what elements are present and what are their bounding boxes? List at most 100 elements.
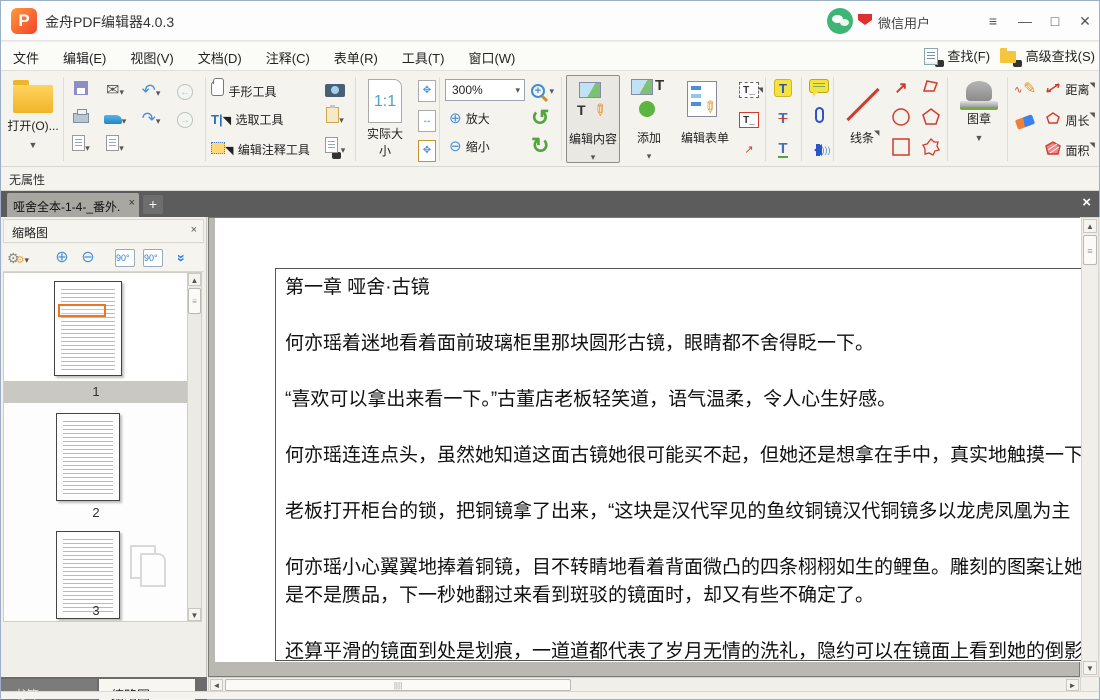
circle-tool-button[interactable] bbox=[887, 107, 915, 133]
select-tool-button[interactable]: T|◥ 选取工具 bbox=[211, 111, 284, 129]
redo-button[interactable]: ↷▾ bbox=[137, 107, 165, 133]
back-button[interactable]: ← bbox=[171, 79, 199, 105]
rotate-page-cw-button[interactable]: 90° bbox=[143, 249, 163, 267]
wechat-avatar-icon[interactable] bbox=[827, 8, 853, 34]
measure-distance-button[interactable]: 距离◥ bbox=[1045, 81, 1089, 99]
pencil-tool-button[interactable]: ∿✏ bbox=[1011, 77, 1039, 103]
fit-width-button[interactable]: ↔ bbox=[413, 107, 441, 133]
page-thumbnail-2[interactable] bbox=[56, 413, 120, 501]
zoom-out-button[interactable]: ⊖ 缩小 bbox=[449, 137, 490, 155]
cloud-tool-button[interactable] bbox=[917, 137, 945, 163]
menu-comment[interactable]: 注释(C) bbox=[254, 42, 322, 73]
forward-button[interactable]: → bbox=[171, 107, 199, 133]
menu-view[interactable]: 视图(V) bbox=[118, 42, 185, 73]
scroll-thumb[interactable]: ≡ bbox=[188, 288, 201, 314]
line-tool-button[interactable]: 线条◥ bbox=[839, 77, 885, 147]
zoom-in-button[interactable]: ⊕ 放大 bbox=[449, 109, 490, 127]
user-name[interactable]: 微信用户 bbox=[878, 13, 930, 32]
hscroll-right-icon[interactable]: ► bbox=[1066, 679, 1079, 691]
measure-area-button[interactable]: 面积◥ bbox=[1045, 141, 1089, 160]
search-doc-button[interactable]: ▾ bbox=[321, 137, 349, 163]
arrow-tool-button[interactable]: ↗ bbox=[887, 77, 915, 103]
polyline-tool-button[interactable] bbox=[917, 77, 945, 103]
menu-edit[interactable]: 编辑(E) bbox=[51, 42, 118, 73]
typewriter-button[interactable]: T_◥ bbox=[735, 77, 763, 103]
highlight-text-button[interactable]: T bbox=[769, 77, 797, 103]
close-button[interactable]: ✕ bbox=[1071, 9, 1099, 33]
doc-paragraph: 何亦瑶连连点头，虽然她知道这面古镜她很可能买不起，但她还是想拿在手中，真实地触摸… bbox=[285, 440, 1081, 467]
find-button[interactable]: 查找(F) bbox=[924, 44, 990, 69]
save-button[interactable] bbox=[67, 79, 95, 105]
rotate-right-button[interactable]: ↻ bbox=[531, 133, 549, 159]
rotate-page-ccw-button[interactable]: 90° bbox=[115, 249, 135, 267]
new-tab-button[interactable]: + bbox=[143, 195, 163, 214]
vscroll-down-icon[interactable]: ▼ bbox=[1083, 661, 1097, 675]
menu-document[interactable]: 文档(D) bbox=[186, 42, 254, 73]
menu-window[interactable]: 窗口(W) bbox=[456, 42, 527, 73]
callout-button[interactable]: ↗T. bbox=[735, 137, 763, 163]
edit-annotation-tool-button[interactable]: ◥ 编辑注释工具 bbox=[211, 141, 310, 159]
document-viewport[interactable]: 第一章 哑舍·古镜 何亦瑶着迷地看着面前玻璃柜里那块圆形古镜，眼睛都不舍得眨一下… bbox=[208, 217, 1080, 677]
thumbnail-options-button[interactable]: ⚙⚙▾ bbox=[7, 247, 29, 269]
pdf-page[interactable]: 第一章 哑舍·古镜 何亦瑶着迷地看着面前玻璃柜里那块圆形古镜，眼睛都不舍得眨一下… bbox=[215, 218, 1081, 662]
close-document-button[interactable]: × bbox=[1082, 194, 1091, 211]
advanced-find-button[interactable]: 高级查找(S) bbox=[1000, 44, 1095, 69]
enlarge-thumbnails-button[interactable]: ⊕ bbox=[51, 247, 73, 269]
undo-button[interactable]: ↶▾ bbox=[137, 79, 165, 105]
sound-button[interactable]: ))) bbox=[805, 137, 833, 163]
vscroll-up-icon[interactable]: ▲ bbox=[1083, 219, 1097, 233]
app-logo-icon: P bbox=[11, 8, 37, 34]
document-tab[interactable]: 哑舍全本-1-4-_番外. × bbox=[7, 193, 139, 217]
hscroll-left-icon[interactable]: ◄ bbox=[210, 679, 223, 691]
undo-icon: ↶ bbox=[142, 81, 156, 100]
underline-button[interactable]: T bbox=[769, 137, 797, 163]
minimize-button[interactable]: — bbox=[1011, 9, 1039, 33]
shrink-thumbnails-button[interactable]: ⊖ bbox=[77, 247, 99, 269]
vertical-scrollbar[interactable]: ▲ ≡ ▼ bbox=[1081, 217, 1099, 677]
actual-size-button[interactable]: 1:1 实际大小 bbox=[363, 79, 407, 159]
menu-form[interactable]: 表单(R) bbox=[322, 42, 390, 73]
menu-file[interactable]: 文件 bbox=[1, 42, 51, 73]
open-button[interactable]: 打开(O)... ▼ bbox=[5, 77, 61, 161]
tab-close-icon[interactable]: × bbox=[129, 197, 135, 209]
text-field-button[interactable]: T_ bbox=[735, 107, 763, 133]
window-menu-button[interactable]: ≡ bbox=[979, 9, 1007, 33]
edit-annotation-icon bbox=[211, 142, 225, 154]
measure-perimeter-button[interactable]: 周长◥ bbox=[1045, 111, 1089, 130]
scan-button[interactable]: ▾ bbox=[101, 107, 129, 133]
fit-page-button[interactable]: ✥ bbox=[413, 77, 441, 103]
scroll-down-icon[interactable]: ▼ bbox=[188, 608, 201, 621]
hscroll-thumb[interactable]: |||| bbox=[225, 679, 571, 691]
pentagon-tool-button[interactable] bbox=[917, 107, 945, 133]
search-doc-icon bbox=[325, 137, 338, 153]
maximize-button[interactable]: □ bbox=[1041, 9, 1069, 33]
vscroll-thumb[interactable]: ≡ bbox=[1083, 235, 1097, 265]
clipboard-button[interactable]: ▾ bbox=[321, 107, 349, 133]
snapshot-button[interactable] bbox=[321, 77, 349, 103]
print-button[interactable] bbox=[67, 107, 95, 133]
edit-content-button[interactable]: T ✏ 编辑内容 ▾ bbox=[566, 75, 620, 163]
rectangle-tool-button[interactable] bbox=[887, 137, 915, 163]
eraser-tool-button[interactable] bbox=[1011, 111, 1039, 137]
collapse-panel-button[interactable]: » bbox=[171, 247, 193, 269]
new-doc-button[interactable]: ▾ bbox=[101, 135, 129, 161]
scroll-up-icon[interactable]: ▲ bbox=[188, 273, 201, 286]
app-title: 金舟PDF编辑器4.0.3 bbox=[45, 12, 174, 32]
email-button[interactable]: ✉▾ bbox=[101, 79, 129, 105]
sticky-note-button[interactable] bbox=[805, 77, 833, 103]
export-button[interactable]: ▾ bbox=[67, 135, 95, 161]
attachment-button[interactable] bbox=[805, 107, 833, 133]
fit-visible-button[interactable]: ✥ bbox=[413, 137, 441, 163]
thumbnail-scrollbar[interactable]: ▲ ≡ ▼ bbox=[187, 272, 202, 622]
panel-close-icon[interactable]: × bbox=[191, 224, 197, 236]
edit-form-button[interactable]: ✏ 编辑表单 bbox=[677, 75, 733, 163]
stamp-button[interactable]: 图章▼ bbox=[953, 77, 1005, 146]
page-thumbnail-1[interactable] bbox=[54, 281, 122, 376]
hand-tool-button[interactable]: 手形工具 bbox=[211, 81, 276, 101]
rotate-left-button[interactable]: ↺ bbox=[531, 105, 549, 131]
strikethrough-button[interactable]: T bbox=[769, 107, 797, 133]
menu-tools[interactable]: 工具(T) bbox=[390, 42, 457, 73]
zoom-level-select[interactable]: 300%▾ bbox=[445, 79, 525, 101]
marquee-zoom-button[interactable]: + ▾ bbox=[531, 81, 554, 99]
add-button[interactable]: T 添加 ▾ bbox=[625, 75, 673, 163]
